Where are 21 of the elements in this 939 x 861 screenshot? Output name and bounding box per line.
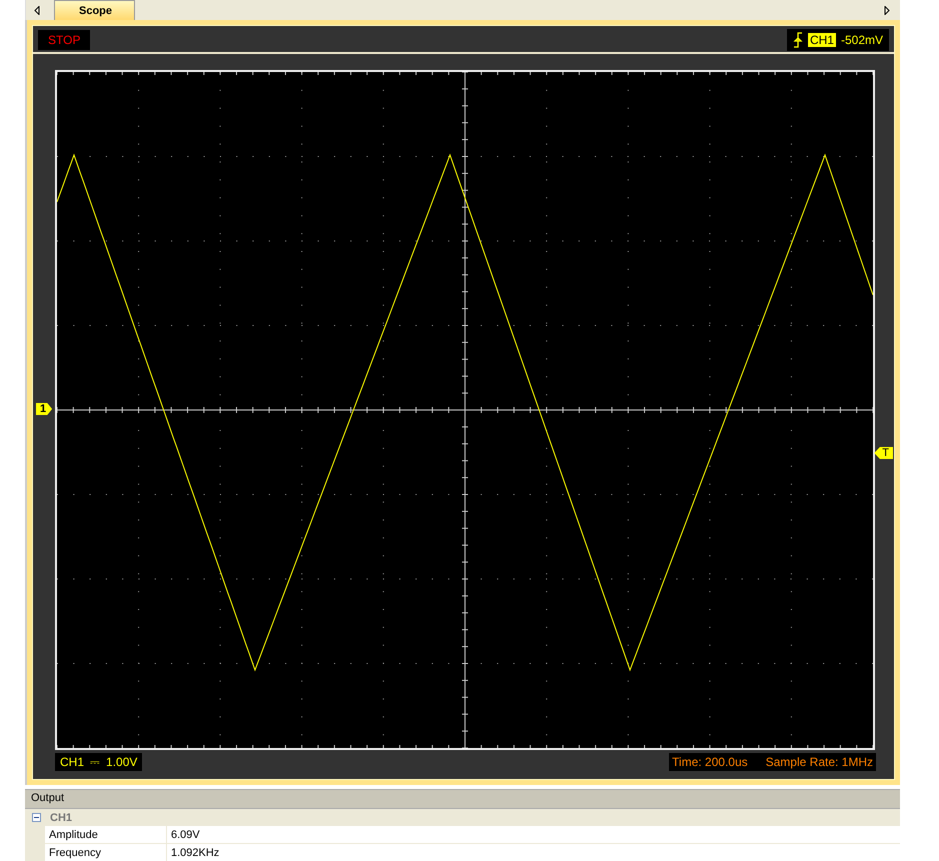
property-value: 1.092KHz (170, 846, 220, 860)
collapse-toggle-icon[interactable] (32, 813, 41, 822)
scroll-right-icon[interactable] (884, 6, 890, 14)
output-panel-header: Output (25, 789, 900, 809)
volts-per-division: 1.00V (106, 755, 138, 769)
group-name: CH1 (50, 812, 72, 824)
scroll-left-icon[interactable] (34, 6, 40, 14)
rising-edge-icon (792, 32, 803, 48)
trigger-marker[interactable]: T (874, 447, 893, 459)
scope-tab[interactable]: Scope (54, 0, 136, 20)
property-value: 6.09V (170, 828, 201, 842)
property-name: Frequency (45, 844, 167, 861)
channel-marker[interactable]: 1 (36, 403, 52, 415)
timebase-label: Time: 200.0us (672, 755, 748, 769)
property-name: Amplitude (45, 826, 167, 843)
sample-rate-label: Sample Rate: 1MHz (766, 755, 873, 769)
coupling-symbol: ⎓ (90, 755, 100, 769)
trigger-channel: CH1 (808, 33, 836, 47)
trigger-level: -502mV (840, 33, 883, 47)
run-state-label: STOP (38, 30, 90, 50)
channel-name: CH1 (60, 755, 84, 769)
